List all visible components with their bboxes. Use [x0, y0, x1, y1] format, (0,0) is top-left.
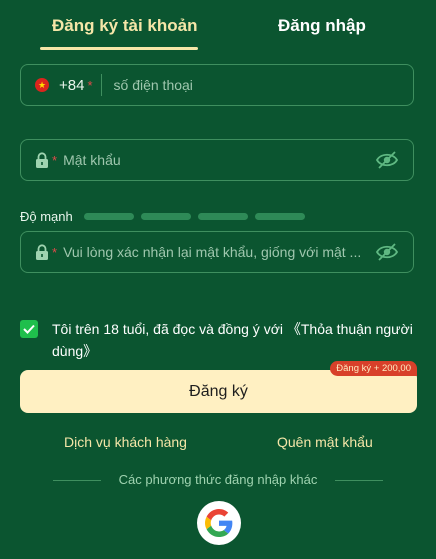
strength-label: Độ mạnh — [20, 209, 73, 224]
active-tab-indicator — [40, 47, 198, 50]
phone-input[interactable] — [111, 76, 413, 94]
field-separator — [100, 74, 102, 96]
strength-segment — [84, 213, 134, 220]
register-button-label: Đăng ký — [189, 382, 248, 400]
agreement-label: Tôi trên 18 tuổi, đã đọc và đồng ý với — [52, 321, 287, 337]
divider-right — [335, 480, 383, 481]
eye-off-icon[interactable] — [375, 150, 399, 170]
bonus-badge: Đăng ký + 200,00 — [330, 361, 417, 376]
tab-login[interactable]: Đăng nhập — [278, 16, 366, 36]
google-login-button[interactable] — [197, 501, 241, 545]
required-mark: * — [52, 152, 58, 168]
tab-register[interactable]: Đăng ký tài khoản — [52, 16, 197, 36]
strength-segment — [255, 213, 305, 220]
password-strength: Độ mạnh — [20, 209, 420, 224]
customer-service-link[interactable]: Dịch vụ khách hàng — [64, 434, 187, 450]
strength-segment — [141, 213, 191, 220]
phone-field: ★ +84 * — [20, 64, 414, 106]
confirm-password-field: * — [20, 231, 414, 273]
lock-icon — [36, 152, 48, 168]
forgot-password-link[interactable]: Quên mật khẩu — [277, 434, 373, 450]
strength-segment — [198, 213, 248, 220]
lock-icon — [36, 244, 48, 260]
auth-tabs: Đăng ký tài khoản Đăng nhập — [0, 0, 436, 52]
required-mark: * — [87, 77, 93, 93]
vietnam-flag-icon: ★ — [35, 78, 49, 92]
password-field: * — [20, 139, 414, 181]
agreement-checkbox[interactable] — [20, 320, 38, 338]
register-button[interactable]: Đăng ký Đăng ký + 200,00 — [20, 361, 417, 413]
country-code[interactable]: +84 — [59, 77, 84, 94]
agreement-text: Tôi trên 18 tuổi, đã đọc và đồng ý với 《… — [52, 318, 414, 362]
confirm-password-input[interactable] — [61, 243, 375, 261]
password-input[interactable] — [61, 151, 375, 169]
eye-off-icon[interactable] — [375, 242, 399, 262]
check-icon — [23, 324, 35, 334]
google-icon — [205, 509, 233, 537]
required-mark: * — [52, 244, 58, 260]
